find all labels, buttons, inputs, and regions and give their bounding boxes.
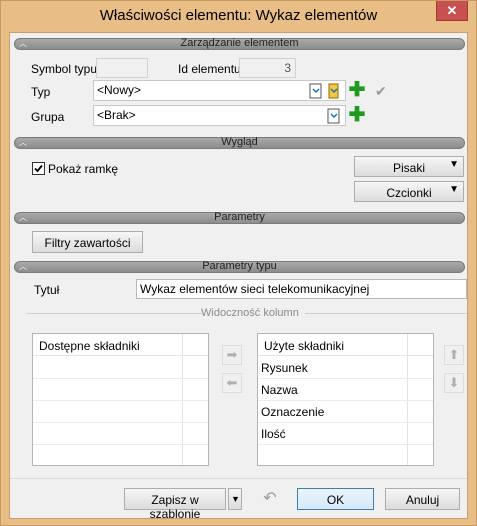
list-row[interactable]	[33, 401, 208, 423]
section-title: Parametry typu	[202, 260, 277, 272]
columns-visibility-label: Widoczność kolumn	[201, 307, 299, 319]
list-row[interactable]: Oznaczenie	[258, 401, 433, 423]
add-group-button[interactable]: ✚	[348, 104, 366, 126]
list-row[interactable]: Nazwa	[258, 379, 433, 401]
fonts-dropdown[interactable]: Czcionki ▼	[354, 181, 464, 202]
id-label: Id elementu	[178, 62, 241, 76]
arrow-down-icon[interactable]: ⬇	[444, 373, 464, 393]
cancel-button[interactable]: Anuluj	[385, 488, 460, 510]
dialog-body: ︿ Zarządzanie elementem Symbol typu Id e…	[9, 32, 468, 521]
type-label: Typ	[31, 85, 51, 99]
divider	[305, 313, 467, 314]
symbol-field	[96, 58, 148, 78]
pens-dropdown[interactable]: Pisaki ▼	[354, 156, 464, 177]
save-template-dropdown[interactable]: ▼	[228, 488, 242, 510]
divider	[26, 313, 202, 314]
list-row[interactable]	[33, 423, 208, 445]
plus-icon: ✚	[348, 79, 366, 101]
chevron-down-icon: ▼	[449, 159, 459, 170]
section-header-type-parameters[interactable]: ︿ Parametry typu	[14, 260, 465, 273]
title-input[interactable]: Wykaz elementów sieci telekomunikacyjnej	[136, 279, 467, 299]
available-header-label: Dostępne składniki	[39, 339, 140, 353]
id-field: 3	[239, 58, 296, 78]
group-field[interactable]: <Brak>	[93, 105, 346, 126]
edit-type-icon[interactable]	[308, 83, 324, 99]
window-title: Właściwości elementu: Wykaz elementów	[99, 7, 378, 24]
chevron-down-icon: ▼	[449, 184, 459, 195]
save-in-template-button[interactable]: Zapisz w szablonie	[124, 488, 226, 521]
section-title: Zarządzanie elementem	[180, 37, 299, 49]
title-label: Tytuł	[34, 283, 60, 297]
used-header-label: Użyte składniki	[264, 339, 345, 353]
dialog-window: Właściwości elementu: Wykaz elementów ✕ …	[0, 0, 477, 526]
available-components-list[interactable]: Dostępne składniki	[32, 333, 209, 466]
show-frame-label[interactable]: Pokaż ramkę	[48, 162, 118, 176]
plus-icon: ✚	[348, 104, 366, 126]
used-components-list[interactable]: Użyte składniki Rysunek Nazwa Oznaczenie…	[257, 333, 434, 466]
list-row[interactable]: Rysunek	[258, 357, 433, 379]
check-icon[interactable]: ✔	[375, 83, 387, 100]
list-item: Rysunek	[261, 361, 308, 375]
section-header-parameters[interactable]: ︿ Parametry	[14, 211, 465, 224]
chevron-down-icon: ▼	[231, 494, 240, 504]
ok-button[interactable]: OK	[297, 488, 374, 510]
list-item: Ilość	[261, 427, 286, 441]
footer-divider	[10, 478, 467, 479]
type-library-icon[interactable]	[326, 83, 342, 99]
list-row[interactable]	[33, 357, 208, 379]
title-bar[interactable]: Właściwości elementu: Wykaz elementów ✕	[1, 1, 476, 32]
arrow-left-icon[interactable]: ⬅	[222, 373, 242, 393]
list-row[interactable]: Ilość	[258, 423, 433, 445]
list-row[interactable]	[33, 379, 208, 401]
group-label: Grupa	[31, 110, 65, 124]
list-item: Nazwa	[261, 383, 298, 397]
content-filters-button[interactable]: Filtry zawartości	[32, 231, 143, 253]
arrow-right-icon[interactable]: ➡	[222, 345, 242, 365]
section-title: Wygląd	[221, 136, 258, 148]
section-header-management[interactable]: ︿ Zarządzanie elementem	[14, 37, 465, 50]
show-frame-checkbox[interactable]	[32, 162, 45, 175]
arrow-up-icon[interactable]: ⬆	[444, 345, 464, 365]
list-row[interactable]	[33, 445, 208, 467]
add-type-button[interactable]: ✚	[348, 79, 366, 101]
section-title: Parametry	[214, 211, 265, 223]
symbol-label: Symbol typu	[31, 62, 98, 76]
edit-group-icon[interactable]	[326, 108, 342, 124]
section-header-appearance[interactable]: ︿ Wygląd	[14, 136, 465, 149]
close-button[interactable]: ✕	[436, 1, 468, 21]
undo-icon[interactable]: ↶	[260, 490, 280, 508]
list-item: Oznaczenie	[261, 405, 325, 419]
list-row[interactable]	[258, 445, 433, 467]
